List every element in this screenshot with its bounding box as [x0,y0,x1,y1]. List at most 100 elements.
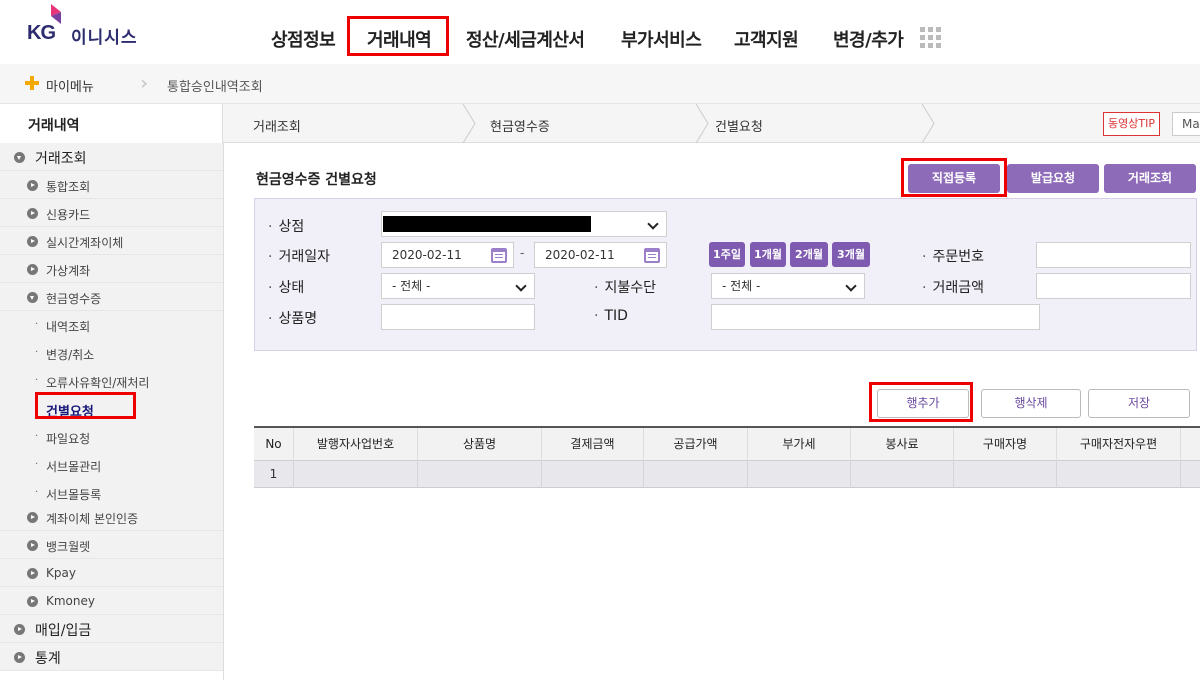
amount-input[interactable] [1036,273,1191,299]
sidebar-item-transaction-search[interactable]: 거래조회 [0,143,223,171]
calendar-icon[interactable] [644,248,660,263]
tab-single-request[interactable]: 건별요청 [715,116,763,135]
row-no: 1 [254,461,294,488]
tab-transaction-search[interactable]: 거래조회 [253,116,301,135]
sidebar-item-cash-receipt[interactable]: 현금영수증 [0,283,223,311]
row-cell[interactable] [294,461,418,488]
arrow-icon [27,512,38,523]
sidebar-item-credit-card[interactable]: 신용카드 [0,199,223,227]
tid-input[interactable] [711,304,1040,330]
period-1month-button[interactable]: 1개월 [750,242,786,267]
date-label: · 거래일자 [268,249,330,265]
sidebar-item-purchase-deposit[interactable]: 매입/입금 [0,615,223,643]
period-2month-button[interactable]: 2개월 [790,242,828,267]
calendar-icon[interactable] [491,248,507,263]
sidebar-section-title: 거래내역 [0,104,223,143]
row-cell[interactable] [418,461,542,488]
arrow-icon [14,624,25,635]
tid-label: · TID [594,308,628,324]
row-cell[interactable] [748,461,851,488]
direct-register-highlight [901,158,1007,197]
row-cell[interactable] [1057,461,1181,488]
col-business-no: 발행자사업번호 [294,428,418,461]
gnb-support[interactable]: 고객지원 [734,26,799,52]
row-cell[interactable] [542,461,644,488]
plus-icon[interactable] [25,76,39,90]
all-menu-grid-icon[interactable] [920,27,942,49]
mymenu-bar: 마이메뉴 ›› 통합승인내역조회 [0,64,1200,104]
sidebar-item-modify-cancel[interactable]: · 변경/취소 [0,339,223,367]
date-to-input[interactable]: 2020-02-11 [534,242,667,268]
arrow-icon [27,596,38,607]
sidebar-item-integrated[interactable]: 통합조회 [0,171,223,199]
col-buyer-email: 구매자전자우편 [1057,428,1181,461]
order-no-input[interactable] [1036,242,1191,268]
sidebar: 거래조회 통합조회 신용카드 실시간계좌이체 가상계좌 현금영수증 · 내역조회… [0,143,224,680]
sidebar-item-bankwallet[interactable]: 뱅크월렛 [0,531,223,559]
period-3month-button[interactable]: 3개월 [832,242,870,267]
gnb-settlement[interactable]: 정산/세금계산서 [466,26,585,52]
tab-cash-receipt[interactable]: 현금영수증 [490,116,550,135]
sidebar-item-kmoney[interactable]: Kmoney [0,587,223,615]
manual-button[interactable]: Ma [1172,112,1200,136]
logo-name: 이니시스 [71,28,138,48]
save-button[interactable]: 저장 [1088,389,1190,418]
sidebar-item-error-reprocess[interactable]: · 오류사유확인/재처리 [0,367,223,395]
sidebar-item-realtime-transfer[interactable]: 실시간계좌이체 [0,227,223,255]
transaction-search-button[interactable]: 거래조회 [1104,164,1196,193]
tab-separator-icon [921,104,935,143]
tab-bar: 거래내역 거래조회 현금영수증 건별요청 동영상TIP Ma [0,104,1200,143]
tab-separator-icon [695,104,709,143]
mymenu-button[interactable]: 마이메뉴 [46,76,94,95]
delete-row-button[interactable]: 행삭제 [981,389,1081,418]
sidebar-item-kpay[interactable]: Kpay [0,559,223,587]
col-no: No [254,428,294,461]
gnb-active-highlight [347,16,449,56]
row-cell[interactable] [954,461,1057,488]
period-1week-button[interactable]: 1주일 [709,242,745,267]
payment-select[interactable]: - 전체 - [711,273,865,299]
row-cell[interactable] [851,461,954,488]
col-supply-amount: 공급가액 [644,428,748,461]
payment-label: · 지불수단 [594,280,656,296]
sidebar-item-history[interactable]: · 내역조회 [0,311,223,339]
amount-label: · 거래금액 [922,280,984,296]
table-row[interactable]: 1 [254,461,1200,488]
table-header: No 발행자사업번호 상품명 결제금액 공급가액 부가세 봉사료 구매자명 구매… [254,426,1200,461]
arrow-icon [27,264,38,275]
col-service-fee: 봉사료 [851,428,954,461]
logo-kg: KG [27,22,56,44]
col-payment-amount: 결제금액 [542,428,644,461]
product-input[interactable] [381,304,535,330]
sidebar-item-file-request[interactable]: · 파일요청 [0,423,223,451]
add-row-highlight [869,382,973,422]
sidebar-item-virtual-account[interactable]: 가상계좌 [0,255,223,283]
issue-request-button[interactable]: 발급요청 [1007,164,1099,193]
expand-icon [14,152,25,163]
sidebar-item-transfer-auth[interactable]: 계좌이체 본인인증 [0,503,223,531]
sidebar-item-submall-manage[interactable]: · 서브몰관리 [0,451,223,479]
arrow-icon [27,568,38,579]
gnb-extra-services[interactable]: 부가서비스 [621,26,702,52]
col-product: 상품명 [418,428,542,461]
status-label: · 상태 [268,280,305,296]
tab-separator-icon [462,104,476,143]
date-from-input[interactable]: 2020-02-11 [381,242,514,268]
date-separator: - [520,246,525,260]
arrow-icon [14,652,25,663]
expand-icon [27,292,38,303]
sidebar-item-statistics[interactable]: 통계 [0,643,223,671]
gnb-store-info[interactable]: 상점정보 [271,26,336,52]
arrow-icon [27,180,38,191]
gnb-change-add[interactable]: 변경/추가 [833,26,904,52]
status-select[interactable]: - 전체 - [381,273,535,299]
sidebar-active-highlight [35,392,136,419]
page-title: 현금영수증 건별요청 [256,172,377,188]
row-cell[interactable] [644,461,748,488]
store-label: · 상점 [268,219,305,235]
redacted-store-name [383,216,591,232]
col-vat: 부가세 [748,428,851,461]
video-tip-button[interactable]: 동영상TIP [1103,112,1160,136]
col-buyer-name: 구매자명 [954,428,1057,461]
top-header: KG 이니시스 상점정보 거래내역 정산/세금계산서 부가서비스 고객지원 변경… [0,0,1200,64]
